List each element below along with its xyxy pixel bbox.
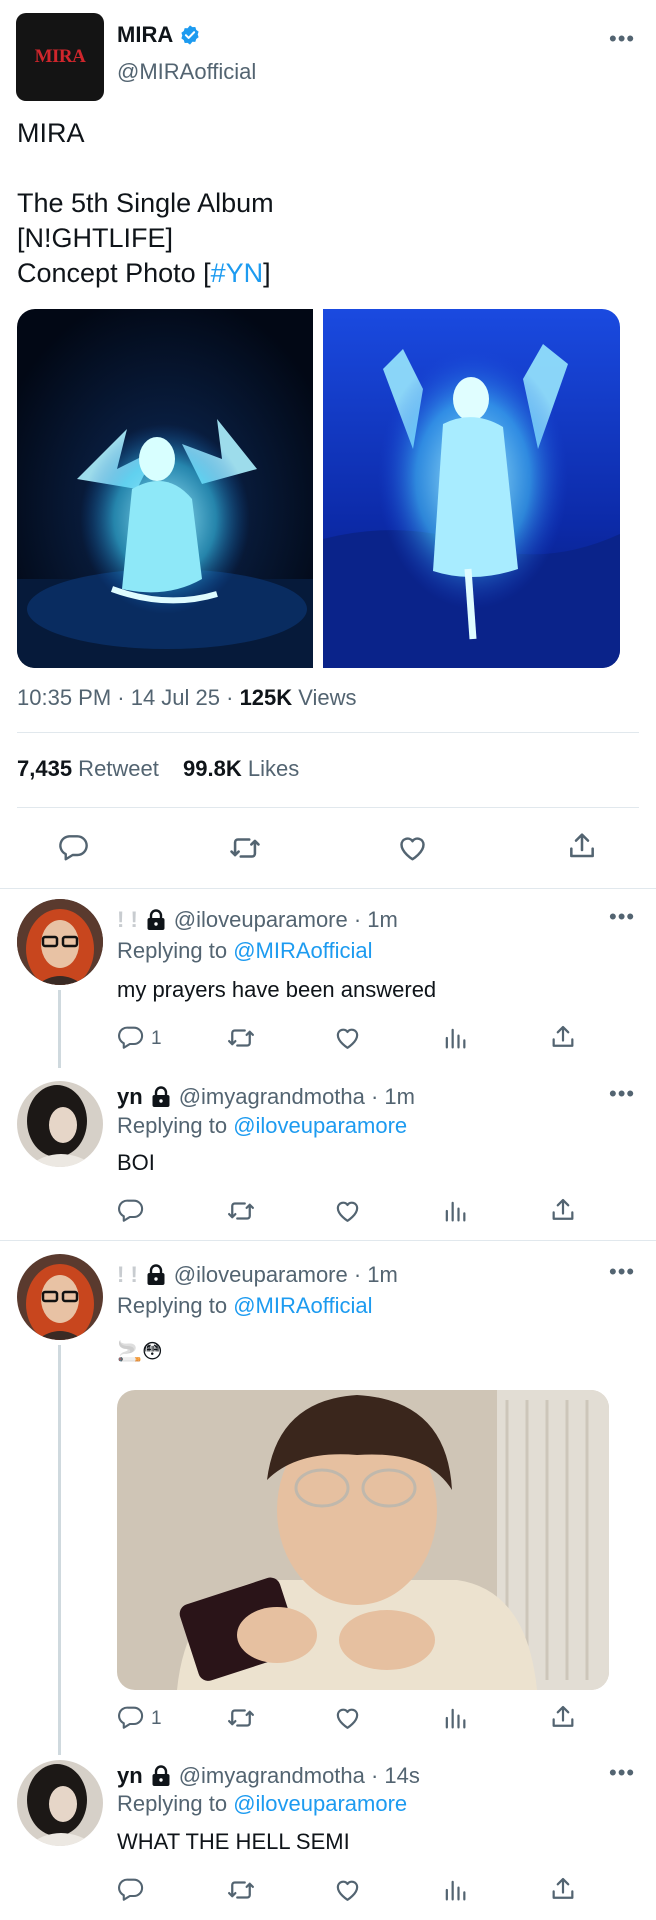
- likes-stat[interactable]: 99.8K Likes: [183, 756, 299, 781]
- replying-to-link[interactable]: @MIRAofficial: [233, 1293, 372, 1318]
- replying-to-link[interactable]: @MIRAofficial: [233, 938, 372, 963]
- avatar[interactable]: [17, 1254, 103, 1340]
- retweet-icon[interactable]: [226, 1023, 256, 1053]
- views-count: 125K: [239, 685, 293, 710]
- thread-line: [58, 990, 61, 1068]
- share-icon[interactable]: [549, 1023, 577, 1051]
- reply-handle[interactable]: @imyagrandmotha · 1m: [179, 1084, 415, 1110]
- share-icon[interactable]: [566, 830, 598, 862]
- profile-avatar[interactable]: MIRA: [16, 13, 104, 101]
- reply-icon[interactable]: [58, 831, 90, 863]
- views-icon[interactable]: [441, 1197, 469, 1225]
- reply-handle[interactable]: @imyagrandmotha · 14s: [179, 1763, 420, 1789]
- views-icon[interactable]: [441, 1876, 469, 1904]
- replying-label: Replying to: [117, 1791, 234, 1816]
- concept-photo-2[interactable]: [323, 309, 620, 668]
- reply-icon[interactable]: [117, 1196, 145, 1224]
- concept-photo-1[interactable]: [17, 309, 313, 668]
- lock-icon: [146, 1264, 166, 1286]
- share-icon[interactable]: [549, 1875, 577, 1903]
- like-icon[interactable]: [333, 1703, 362, 1732]
- likes-label: Likes: [241, 756, 300, 781]
- thread-line: [58, 1345, 61, 1755]
- replying-label: Replying to: [117, 1293, 234, 1318]
- reply-display-name[interactable]: yn: [117, 1084, 143, 1110]
- more-icon[interactable]: •••: [609, 1261, 635, 1283]
- avatar[interactable]: [17, 1760, 103, 1846]
- replying-to-link[interactable]: @iloveuparamore: [233, 1791, 407, 1816]
- retweet-label: Retweet: [72, 756, 159, 781]
- reply-display-name[interactable]: ! !: [117, 907, 138, 933]
- like-icon[interactable]: [396, 831, 429, 864]
- reply-handle[interactable]: @iloveuparamore · 1m: [174, 907, 398, 933]
- replying-to-link[interactable]: @iloveuparamore: [233, 1113, 407, 1138]
- like-icon[interactable]: [333, 1875, 362, 1904]
- likes-count: 99.8K: [183, 756, 242, 781]
- retweet-icon[interactable]: [226, 1875, 256, 1905]
- tweet-meta: 10:35 PM · 14 Jul 25 · 125K Views: [17, 685, 357, 711]
- more-icon[interactable]: •••: [609, 906, 635, 928]
- avatar[interactable]: [17, 1081, 103, 1167]
- lock-icon: [146, 909, 166, 931]
- author-handle[interactable]: @MIRAofficial: [117, 59, 256, 85]
- reply-icon[interactable]: [117, 1703, 145, 1731]
- reply-text: BOI: [117, 1150, 155, 1175]
- views-icon[interactable]: [441, 1704, 469, 1732]
- views-icon[interactable]: [441, 1024, 469, 1052]
- retweet-icon[interactable]: [228, 831, 262, 865]
- tweet-text-line: Concept Photo [#YN]: [17, 258, 271, 288]
- like-icon[interactable]: [333, 1196, 362, 1225]
- divider: [17, 807, 639, 808]
- section-divider: [0, 1240, 656, 1241]
- like-icon[interactable]: [333, 1023, 362, 1052]
- lock-icon: [151, 1765, 171, 1787]
- share-icon[interactable]: [549, 1703, 577, 1731]
- views-label: Views: [292, 685, 357, 710]
- reply-text: 🚬😳: [117, 1341, 163, 1363]
- more-icon[interactable]: •••: [609, 28, 635, 50]
- tweet-text-line: MIRA: [17, 118, 85, 148]
- engagement-stats: 7,435 Retweet 99.8K Likes: [17, 756, 299, 782]
- hashtag-link[interactable]: #YN: [211, 258, 264, 288]
- reply-handle[interactable]: @iloveuparamore · 1m: [174, 1262, 398, 1288]
- section-divider: [0, 888, 656, 889]
- tweet-text-line: [N!GHTLIFE]: [17, 223, 174, 253]
- more-icon[interactable]: •••: [609, 1083, 635, 1105]
- share-icon[interactable]: [549, 1196, 577, 1224]
- avatar[interactable]: [17, 899, 103, 985]
- reply-count: 1: [151, 1708, 162, 1729]
- retweet-icon[interactable]: [226, 1196, 256, 1226]
- lock-icon: [151, 1086, 171, 1108]
- tweet-text-line: The 5th Single Album: [17, 188, 274, 218]
- reply-text: my prayers have been answered: [117, 977, 437, 1002]
- retweet-count: 7,435: [17, 756, 73, 781]
- reply-attached-photo[interactable]: [117, 1390, 609, 1690]
- reply-text: WHAT THE HELL SEMI: [117, 1829, 350, 1854]
- retweet-icon[interactable]: [226, 1703, 256, 1733]
- verified-badge-icon: [179, 24, 201, 46]
- reply-display-name[interactable]: ! !: [117, 1262, 138, 1288]
- retweet-stat[interactable]: 7,435 Retweet: [17, 756, 159, 781]
- divider: [17, 732, 639, 733]
- replying-label: Replying to: [117, 1113, 234, 1138]
- reply-display-name[interactable]: yn: [117, 1763, 143, 1789]
- avatar-logo-text: MIRA: [34, 46, 86, 67]
- reply-count: 1: [151, 1028, 162, 1049]
- replying-label: Replying to: [117, 938, 234, 963]
- reply-icon[interactable]: [117, 1875, 145, 1903]
- reply-icon[interactable]: [117, 1023, 145, 1051]
- tweet-timestamp[interactable]: 10:35 PM · 14 Jul 25 ·: [17, 685, 240, 710]
- more-icon[interactable]: •••: [609, 1762, 635, 1784]
- author-display-name[interactable]: MIRA: [117, 22, 173, 48]
